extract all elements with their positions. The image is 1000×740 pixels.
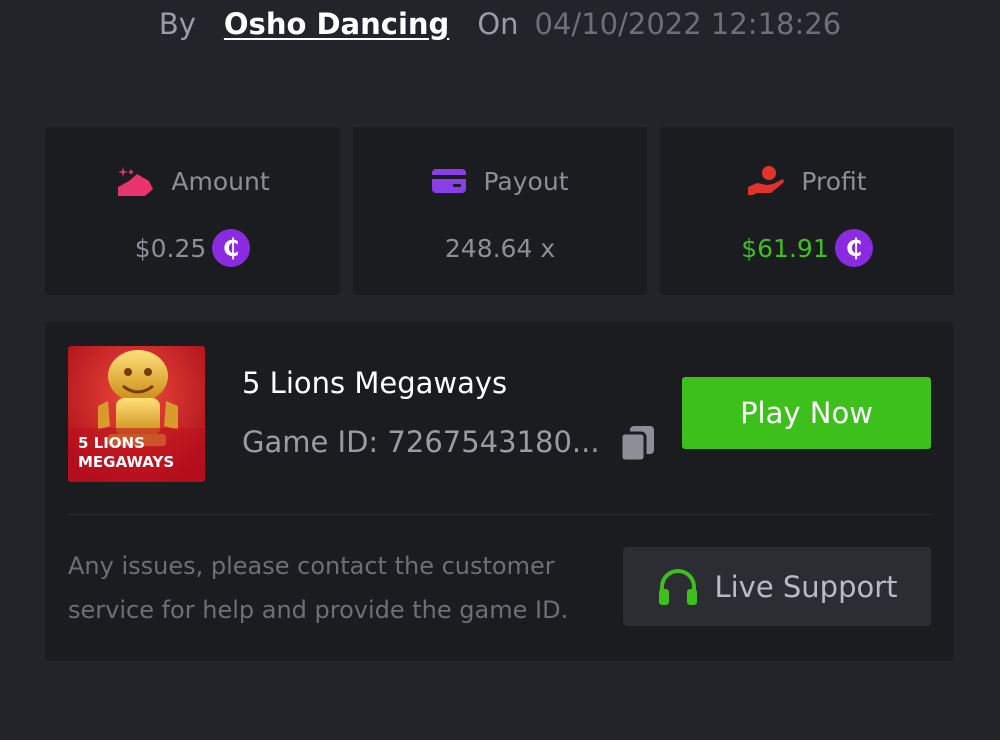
card-icon bbox=[431, 167, 467, 195]
profit-value: $61.91 bbox=[741, 233, 829, 263]
profit-value-row: $61.91 ₵ bbox=[660, 229, 954, 267]
svg-text:5 LIONS: 5 LIONS bbox=[78, 434, 145, 452]
game-title[interactable]: 5 Lions Megaways bbox=[242, 366, 507, 400]
payout-header: Payout bbox=[353, 165, 647, 197]
amount-icon bbox=[115, 165, 155, 197]
game-card: 5 LIONS MEGAWAYS 5 Lions Megaways Game I… bbox=[45, 322, 954, 661]
amount-label: Amount bbox=[171, 166, 270, 196]
amount-card: Amount $0.25 ₵ bbox=[45, 127, 340, 295]
support-note: Any issues, please contact the customer … bbox=[68, 552, 569, 624]
headset-icon bbox=[656, 567, 700, 607]
amount-value-row: $0.25 ₵ bbox=[45, 229, 340, 267]
live-support-button[interactable]: Live Support bbox=[623, 547, 931, 626]
svg-text:MEGAWAYS: MEGAWAYS bbox=[78, 453, 174, 471]
svg-text:₵: ₵ bbox=[845, 234, 862, 262]
payout-value: 248.64 x bbox=[444, 233, 556, 263]
coin-icon: ₵ bbox=[212, 229, 251, 267]
payout-card: Payout 248.64 x bbox=[353, 127, 647, 295]
payout-label: Payout bbox=[483, 166, 569, 196]
live-support-label: Live Support bbox=[714, 569, 898, 604]
game-thumbnail[interactable]: 5 LIONS MEGAWAYS bbox=[68, 346, 205, 482]
amount-value: $0.25 bbox=[134, 233, 207, 263]
divider bbox=[68, 514, 931, 515]
game-id: Game ID: 7267543180... bbox=[242, 425, 600, 459]
bet-datetime: 04/10/2022 12:18:26 bbox=[534, 7, 842, 41]
hand-coin-icon bbox=[747, 165, 785, 197]
bet-byline: By Osho Dancing On 04/10/2022 12:18:26 bbox=[0, 0, 1000, 48]
by-label: By bbox=[158, 7, 196, 41]
profit-header: Profit bbox=[660, 165, 954, 197]
profit-label: Profit bbox=[801, 166, 867, 196]
svg-text:₵: ₵ bbox=[223, 234, 240, 262]
copy-icon[interactable] bbox=[618, 423, 658, 463]
on-label: On bbox=[477, 7, 519, 41]
coin-icon: ₵ bbox=[834, 229, 873, 267]
username-link[interactable]: Osho Dancing bbox=[224, 7, 449, 41]
profit-card: Profit $61.91 ₵ bbox=[660, 127, 954, 295]
play-now-button[interactable]: Play Now bbox=[682, 377, 931, 449]
amount-header: Amount bbox=[45, 165, 340, 197]
payout-value-row: 248.64 x bbox=[353, 230, 647, 266]
